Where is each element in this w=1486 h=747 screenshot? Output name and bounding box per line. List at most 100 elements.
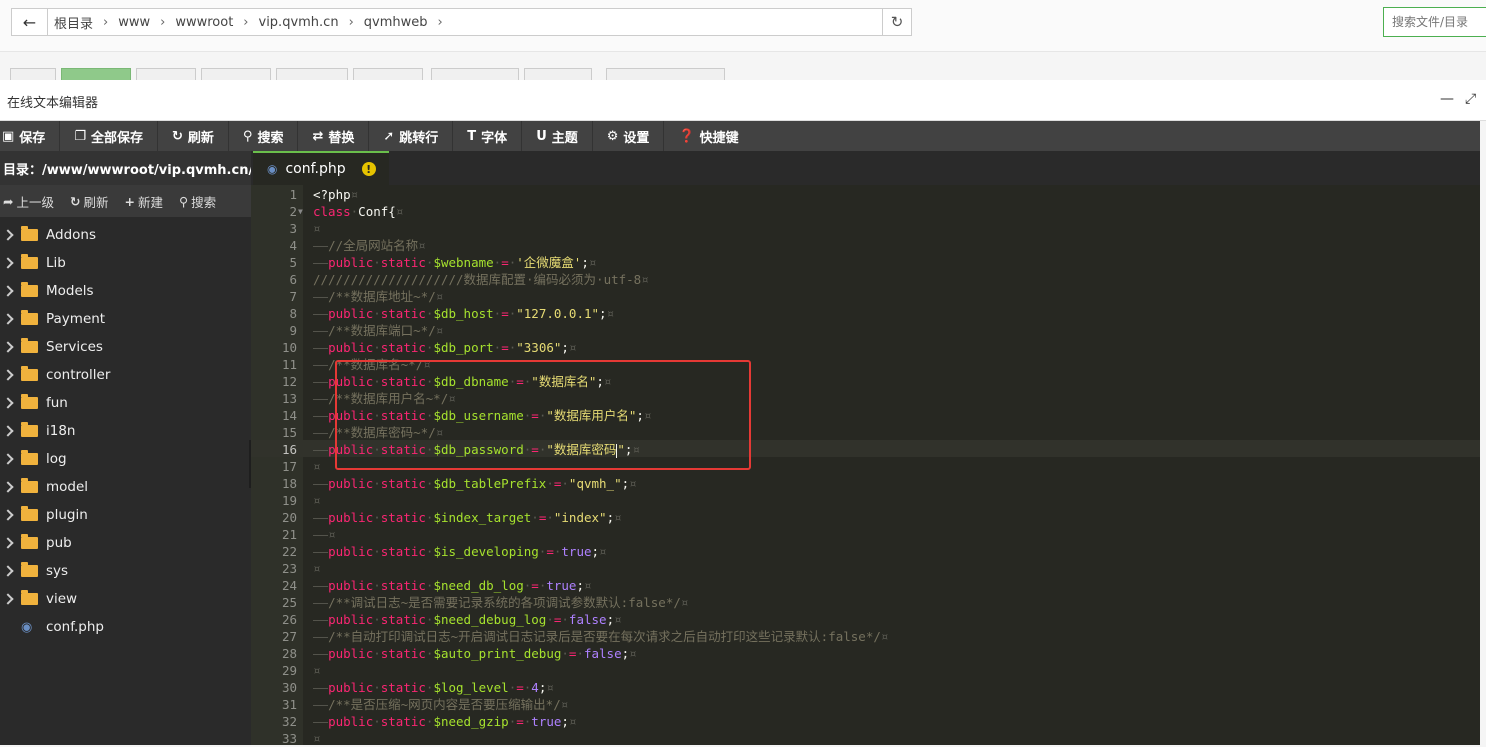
php-file-icon: ◉ [21, 619, 33, 635]
save-button[interactable]: ▣ 保存 [0, 121, 61, 151]
line-number: 4 [289, 238, 297, 253]
tree-folder[interactable]: sys [0, 557, 251, 585]
tree-folder[interactable]: i18n [0, 417, 251, 445]
php-file-icon: ◉ [267, 162, 278, 176]
breadcrumb-item[interactable]: vip.qvmh.cn [259, 15, 339, 30]
chevron-right-icon [2, 313, 14, 325]
new-button[interactable]: + 新建 [125, 192, 164, 211]
line-number: 5 [289, 255, 297, 270]
tree-folder[interactable]: model [0, 473, 251, 501]
code-line: ——public·static·$need_gzip·=·true;¤ [313, 714, 577, 729]
back-button[interactable]: ← [11, 8, 47, 36]
chevron-right-icon: › [160, 14, 166, 30]
reload-button[interactable]: ↻ [882, 8, 912, 36]
warning-icon[interactable]: ! [361, 162, 376, 176]
line-number: 12 [281, 374, 297, 389]
tree-folder[interactable]: Lib [0, 249, 251, 277]
background-tabs [0, 52, 1486, 82]
settings-button[interactable]: ⚙ 设置 [607, 121, 665, 151]
tree-folder[interactable]: Services [0, 333, 251, 361]
code-line: ——/**调试日志~是否需要记录系统的各项调试参数默认:false*/¤ [313, 595, 689, 610]
share-icon: ➦ [3, 193, 14, 209]
tree-label: fun [46, 395, 68, 411]
folder-icon [21, 422, 38, 437]
line-number: 26 [281, 612, 297, 627]
code-line: ¤ [313, 493, 321, 508]
chevron-right-icon [2, 229, 14, 241]
chevron-right-icon [2, 285, 14, 297]
folder-icon [21, 282, 38, 297]
breadcrumb: 根目录 › www › wwwroot › vip.qvmh.cn › qvmhweb › [47, 8, 883, 36]
file-tab-conf[interactable]: ◉ conf.php ! [253, 151, 389, 185]
folder-icon [21, 478, 38, 493]
code-line: class·Conf{¤ [313, 204, 404, 219]
folder-icon [21, 450, 38, 465]
save-all-button[interactable]: ❐ 全部保存 [74, 121, 158, 151]
folder-icon [21, 562, 38, 577]
code-line: ——public·static·$db_host·=·"127.0.0.1";¤ [313, 306, 615, 321]
folder-icon [21, 534, 38, 549]
gear-icon: ⚙ [606, 128, 619, 144]
tree-folder[interactable]: Models [0, 277, 251, 305]
code-line: ——//全局网站名称¤ [313, 238, 426, 253]
code-line: ——public·static·$log_level·=·4;¤ [313, 680, 554, 695]
tree-label: pub [46, 535, 72, 551]
file-sidebar: 目录：/www/wwwroot/vip.qvmh.cn/qv... ➦上一级 ↻… [0, 151, 251, 745]
tree-folder[interactable]: view [0, 585, 251, 613]
question-icon: ❓ [678, 128, 695, 144]
code-line: ////////////////////数据库配置·编码必须为·utf-8¤ [313, 272, 649, 287]
goto-line-button[interactable]: ➚ 跳转行 [383, 121, 454, 151]
line-number: 33 [281, 731, 297, 746]
tree-folder[interactable]: Payment [0, 305, 251, 333]
tree-label: view [46, 591, 78, 607]
code-line: ——public·static·$db_tablePrefix·=·"qvmh_… [313, 476, 637, 491]
chevron-right-icon [2, 453, 14, 465]
plus-icon: + [124, 193, 135, 209]
chevron-right-icon [2, 341, 14, 353]
folder-icon [21, 226, 38, 241]
file-tabs: ◉ conf.php ! [251, 151, 1480, 185]
code-line: ——/**数据库地址~*/¤ [313, 289, 444, 304]
code-line: ——¤ [313, 527, 336, 542]
tree-folder[interactable]: plugin [0, 501, 251, 529]
tree-folder[interactable]: fun [0, 389, 251, 417]
code-line: ——public·static·$is_developing·=·true;¤ [313, 544, 607, 559]
refresh-button[interactable]: ↻ 刷新 [172, 121, 229, 151]
file-search-input[interactable] [1383, 7, 1486, 37]
sidebar-refresh-button[interactable]: ↻ 刷新 [70, 192, 109, 211]
tree-folder[interactable]: controller [0, 361, 251, 389]
sidebar-search-button[interactable]: ⚲ 搜索 [179, 192, 216, 211]
breadcrumb-item[interactable]: www [118, 15, 150, 30]
font-button[interactable]: T 字体 [467, 121, 523, 151]
code-line: ——/**自动打印调试日志~开启调试日志记录后是否要在每次请求之后自动打印这些记… [313, 629, 889, 644]
breadcrumb-item[interactable]: wwwroot [175, 15, 233, 30]
folder-icon [21, 366, 38, 381]
tree-file[interactable]: ◉ conf.php [0, 613, 251, 641]
line-number: 9 [289, 323, 297, 338]
tree-folder[interactable]: Addons [0, 221, 251, 249]
chevron-right-icon [2, 257, 14, 269]
replace-button[interactable]: ⇄ 替换 [312, 121, 370, 151]
code-line: ——/**数据库端口~*/¤ [313, 323, 444, 338]
parent-dir-button[interactable]: ➦ 上一级 [3, 192, 54, 211]
tree-folder[interactable]: log [0, 445, 251, 473]
line-number: 30 [281, 680, 297, 695]
shortcuts-button[interactable]: ❓ 快捷键 [678, 121, 752, 151]
breadcrumb-item[interactable]: 根目录 [54, 13, 93, 32]
search-button[interactable]: ⚲ 搜索 [243, 121, 299, 151]
address-bar: ← 根目录 › www › wwwroot › vip.qvmh.cn › qvmhwe… [0, 0, 1486, 52]
theme-button[interactable]: U 主题 [536, 121, 593, 151]
maximize-icon[interactable]: ⤢ [1465, 91, 1476, 107]
sidebar-actions: ➦ 上一级 ↻ 刷新 + 新建 ⚲ 搜索 [0, 185, 251, 217]
editor-titlebar: 在线文本编辑器 — ⤢ [0, 80, 1486, 121]
search-icon: ⚲ [242, 128, 253, 144]
tree-label: Services [46, 339, 103, 355]
code-line: <?php¤ [313, 187, 359, 202]
minimize-icon[interactable]: — [1440, 91, 1454, 107]
line-number: 31 [281, 697, 297, 712]
editor-title: 在线文本编辑器 [7, 96, 99, 111]
folder-icon [21, 394, 38, 409]
breadcrumb-item[interactable]: qvmhweb [364, 15, 428, 30]
tree-folder[interactable]: pub [0, 529, 251, 557]
fold-arrow-icon[interactable]: ▼ [298, 207, 303, 216]
